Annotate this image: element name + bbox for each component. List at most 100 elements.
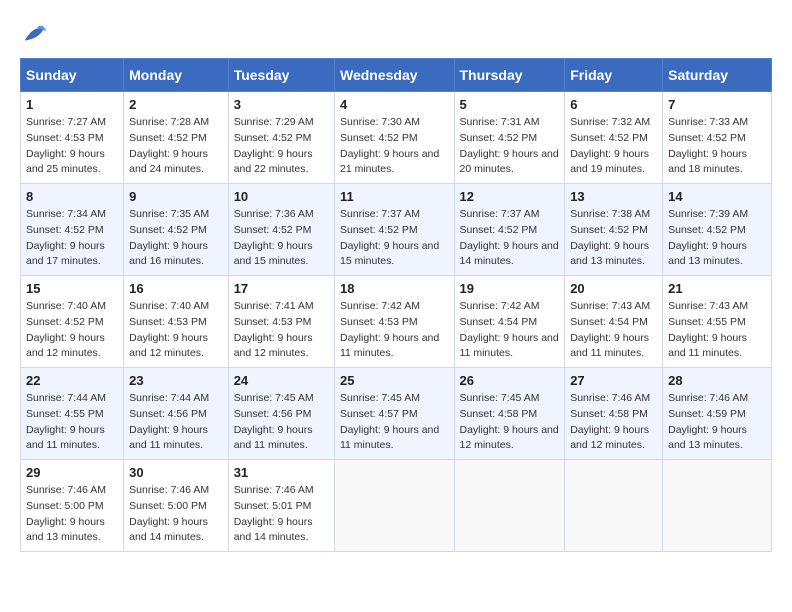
calendar-cell: 3 Sunrise: 7:29 AMSunset: 4:52 PMDaylight… — [228, 92, 334, 184]
day-number: 26 — [460, 373, 560, 388]
day-info: Sunrise: 7:42 AMSunset: 4:54 PMDaylight:… — [460, 299, 560, 362]
calendar-cell: 28 Sunrise: 7:46 AMSunset: 4:59 PMDayligh… — [663, 368, 772, 460]
day-number: 16 — [129, 281, 223, 296]
logo-icon — [20, 20, 48, 48]
calendar-cell: 19 Sunrise: 7:42 AMSunset: 4:54 PMDayligh… — [454, 276, 565, 368]
day-number: 6 — [570, 97, 657, 112]
day-info: Sunrise: 7:38 AMSunset: 4:52 PMDaylight:… — [570, 207, 657, 270]
calendar-cell: 22 Sunrise: 7:44 AMSunset: 4:55 PMDayligh… — [21, 368, 124, 460]
calendar-cell: 9 Sunrise: 7:35 AMSunset: 4:52 PMDaylight… — [124, 184, 229, 276]
day-number: 18 — [340, 281, 449, 296]
calendar-cell: 21 Sunrise: 7:43 AMSunset: 4:55 PMDayligh… — [663, 276, 772, 368]
day-info: Sunrise: 7:35 AMSunset: 4:52 PMDaylight:… — [129, 207, 223, 270]
calendar-week-row: 29 Sunrise: 7:46 AMSunset: 5:00 PMDayligh… — [21, 460, 772, 552]
header-day-monday: Monday — [124, 59, 229, 92]
calendar-cell: 1 Sunrise: 7:27 AMSunset: 4:53 PMDaylight… — [21, 92, 124, 184]
day-info: Sunrise: 7:40 AMSunset: 4:53 PMDaylight:… — [129, 299, 223, 362]
day-info: Sunrise: 7:43 AMSunset: 4:55 PMDaylight:… — [668, 299, 766, 362]
day-info: Sunrise: 7:43 AMSunset: 4:54 PMDaylight:… — [570, 299, 657, 362]
day-number: 15 — [26, 281, 118, 296]
day-info: Sunrise: 7:44 AMSunset: 4:55 PMDaylight:… — [26, 391, 118, 454]
day-number: 30 — [129, 465, 223, 480]
day-info: Sunrise: 7:42 AMSunset: 4:53 PMDaylight:… — [340, 299, 449, 362]
day-number: 3 — [234, 97, 329, 112]
calendar-week-row: 22 Sunrise: 7:44 AMSunset: 4:55 PMDayligh… — [21, 368, 772, 460]
day-info: Sunrise: 7:32 AMSunset: 4:52 PMDaylight:… — [570, 115, 657, 178]
calendar-cell: 25Sunrise: 7:45 AMSunset: 4:57 PMDayligh… — [334, 368, 454, 460]
day-number: 5 — [460, 97, 560, 112]
calendar-cell — [334, 460, 454, 552]
calendar-cell — [565, 460, 663, 552]
calendar-cell: 6 Sunrise: 7:32 AMSunset: 4:52 PMDaylight… — [565, 92, 663, 184]
day-number: 14 — [668, 189, 766, 204]
calendar-cell: 26 Sunrise: 7:45 AMSunset: 4:58 PMDayligh… — [454, 368, 565, 460]
day-number: 19 — [460, 281, 560, 296]
calendar-week-row: 1 Sunrise: 7:27 AMSunset: 4:53 PMDaylight… — [21, 92, 772, 184]
header — [20, 20, 772, 48]
header-day-sunday: Sunday — [21, 59, 124, 92]
calendar-cell: 5Sunrise: 7:31 AMSunset: 4:52 PMDaylight… — [454, 92, 565, 184]
day-number: 25 — [340, 373, 449, 388]
day-info: Sunrise: 7:36 AMSunset: 4:52 PMDaylight:… — [234, 207, 329, 270]
calendar-cell: 23 Sunrise: 7:44 AMSunset: 4:56 PMDayligh… — [124, 368, 229, 460]
calendar-cell: 15 Sunrise: 7:40 AMSunset: 4:52 PMDayligh… — [21, 276, 124, 368]
day-number: 1 — [26, 97, 118, 112]
header-day-saturday: Saturday — [663, 59, 772, 92]
day-info: Sunrise: 7:33 AMSunset: 4:52 PMDaylight:… — [668, 115, 766, 178]
calendar-cell: 8Sunrise: 7:34 AMSunset: 4:52 PMDaylight… — [21, 184, 124, 276]
calendar-week-row: 8Sunrise: 7:34 AMSunset: 4:52 PMDaylight… — [21, 184, 772, 276]
day-number: 27 — [570, 373, 657, 388]
day-info: Sunrise: 7:46 AMSunset: 4:58 PMDaylight:… — [570, 391, 657, 454]
day-info: Sunrise: 7:46 AMSunset: 5:00 PMDaylight:… — [129, 483, 223, 546]
day-number: 11 — [340, 189, 449, 204]
calendar-cell: 24 Sunrise: 7:45 AMSunset: 4:56 PMDayligh… — [228, 368, 334, 460]
calendar-table: SundayMondayTuesdayWednesdayThursdayFrid… — [20, 58, 772, 552]
day-number: 31 — [234, 465, 329, 480]
calendar-cell — [663, 460, 772, 552]
header-day-wednesday: Wednesday — [334, 59, 454, 92]
day-info: Sunrise: 7:44 AMSunset: 4:56 PMDaylight:… — [129, 391, 223, 454]
day-info: Sunrise: 7:40 AMSunset: 4:52 PMDaylight:… — [26, 299, 118, 362]
day-number: 29 — [26, 465, 118, 480]
calendar-week-row: 15 Sunrise: 7:40 AMSunset: 4:52 PMDayligh… — [21, 276, 772, 368]
calendar-cell: 27 Sunrise: 7:46 AMSunset: 4:58 PMDayligh… — [565, 368, 663, 460]
day-info: Sunrise: 7:41 AMSunset: 4:53 PMDaylight:… — [234, 299, 329, 362]
day-info: Sunrise: 7:27 AMSunset: 4:53 PMDaylight:… — [26, 115, 118, 178]
day-info: Sunrise: 7:37 AMSunset: 4:52 PMDaylight:… — [340, 207, 449, 270]
calendar-cell: 30 Sunrise: 7:46 AMSunset: 5:00 PMDayligh… — [124, 460, 229, 552]
logo — [20, 20, 52, 48]
day-number: 28 — [668, 373, 766, 388]
day-number: 10 — [234, 189, 329, 204]
day-info: Sunrise: 7:30 AMSunset: 4:52 PMDaylight:… — [340, 115, 449, 178]
calendar-cell: 29Sunrise: 7:46 AMSunset: 5:00 PMDayligh… — [21, 460, 124, 552]
calendar-cell: 31Sunrise: 7:46 AMSunset: 5:01 PMDayligh… — [228, 460, 334, 552]
day-number: 9 — [129, 189, 223, 204]
day-info: Sunrise: 7:29 AMSunset: 4:52 PMDaylight:… — [234, 115, 329, 178]
day-number: 20 — [570, 281, 657, 296]
day-info: Sunrise: 7:45 AMSunset: 4:58 PMDaylight:… — [460, 391, 560, 454]
header-day-thursday: Thursday — [454, 59, 565, 92]
calendar-cell: 17Sunrise: 7:41 AMSunset: 4:53 PMDayligh… — [228, 276, 334, 368]
day-number: 2 — [129, 97, 223, 112]
calendar-cell: 12Sunrise: 7:37 AMSunset: 4:52 PMDayligh… — [454, 184, 565, 276]
day-number: 24 — [234, 373, 329, 388]
day-info: Sunrise: 7:34 AMSunset: 4:52 PMDaylight:… — [26, 207, 118, 270]
calendar-cell: 4Sunrise: 7:30 AMSunset: 4:52 PMDaylight… — [334, 92, 454, 184]
day-number: 23 — [129, 373, 223, 388]
day-info: Sunrise: 7:45 AMSunset: 4:56 PMDaylight:… — [234, 391, 329, 454]
header-day-tuesday: Tuesday — [228, 59, 334, 92]
day-info: Sunrise: 7:28 AMSunset: 4:52 PMDaylight:… — [129, 115, 223, 178]
day-number: 13 — [570, 189, 657, 204]
calendar-cell: 11 Sunrise: 7:37 AMSunset: 4:52 PMDayligh… — [334, 184, 454, 276]
calendar-cell — [454, 460, 565, 552]
day-info: Sunrise: 7:46 AMSunset: 4:59 PMDaylight:… — [668, 391, 766, 454]
calendar-cell: 16 Sunrise: 7:40 AMSunset: 4:53 PMDayligh… — [124, 276, 229, 368]
calendar-cell: 7Sunrise: 7:33 AMSunset: 4:52 PMDaylight… — [663, 92, 772, 184]
day-info: Sunrise: 7:39 AMSunset: 4:52 PMDaylight:… — [668, 207, 766, 270]
day-number: 22 — [26, 373, 118, 388]
calendar-cell: 13 Sunrise: 7:38 AMSunset: 4:52 PMDayligh… — [565, 184, 663, 276]
header-day-friday: Friday — [565, 59, 663, 92]
calendar-cell: 20 Sunrise: 7:43 AMSunset: 4:54 PMDayligh… — [565, 276, 663, 368]
day-number: 21 — [668, 281, 766, 296]
calendar-header-row: SundayMondayTuesdayWednesdayThursdayFrid… — [21, 59, 772, 92]
